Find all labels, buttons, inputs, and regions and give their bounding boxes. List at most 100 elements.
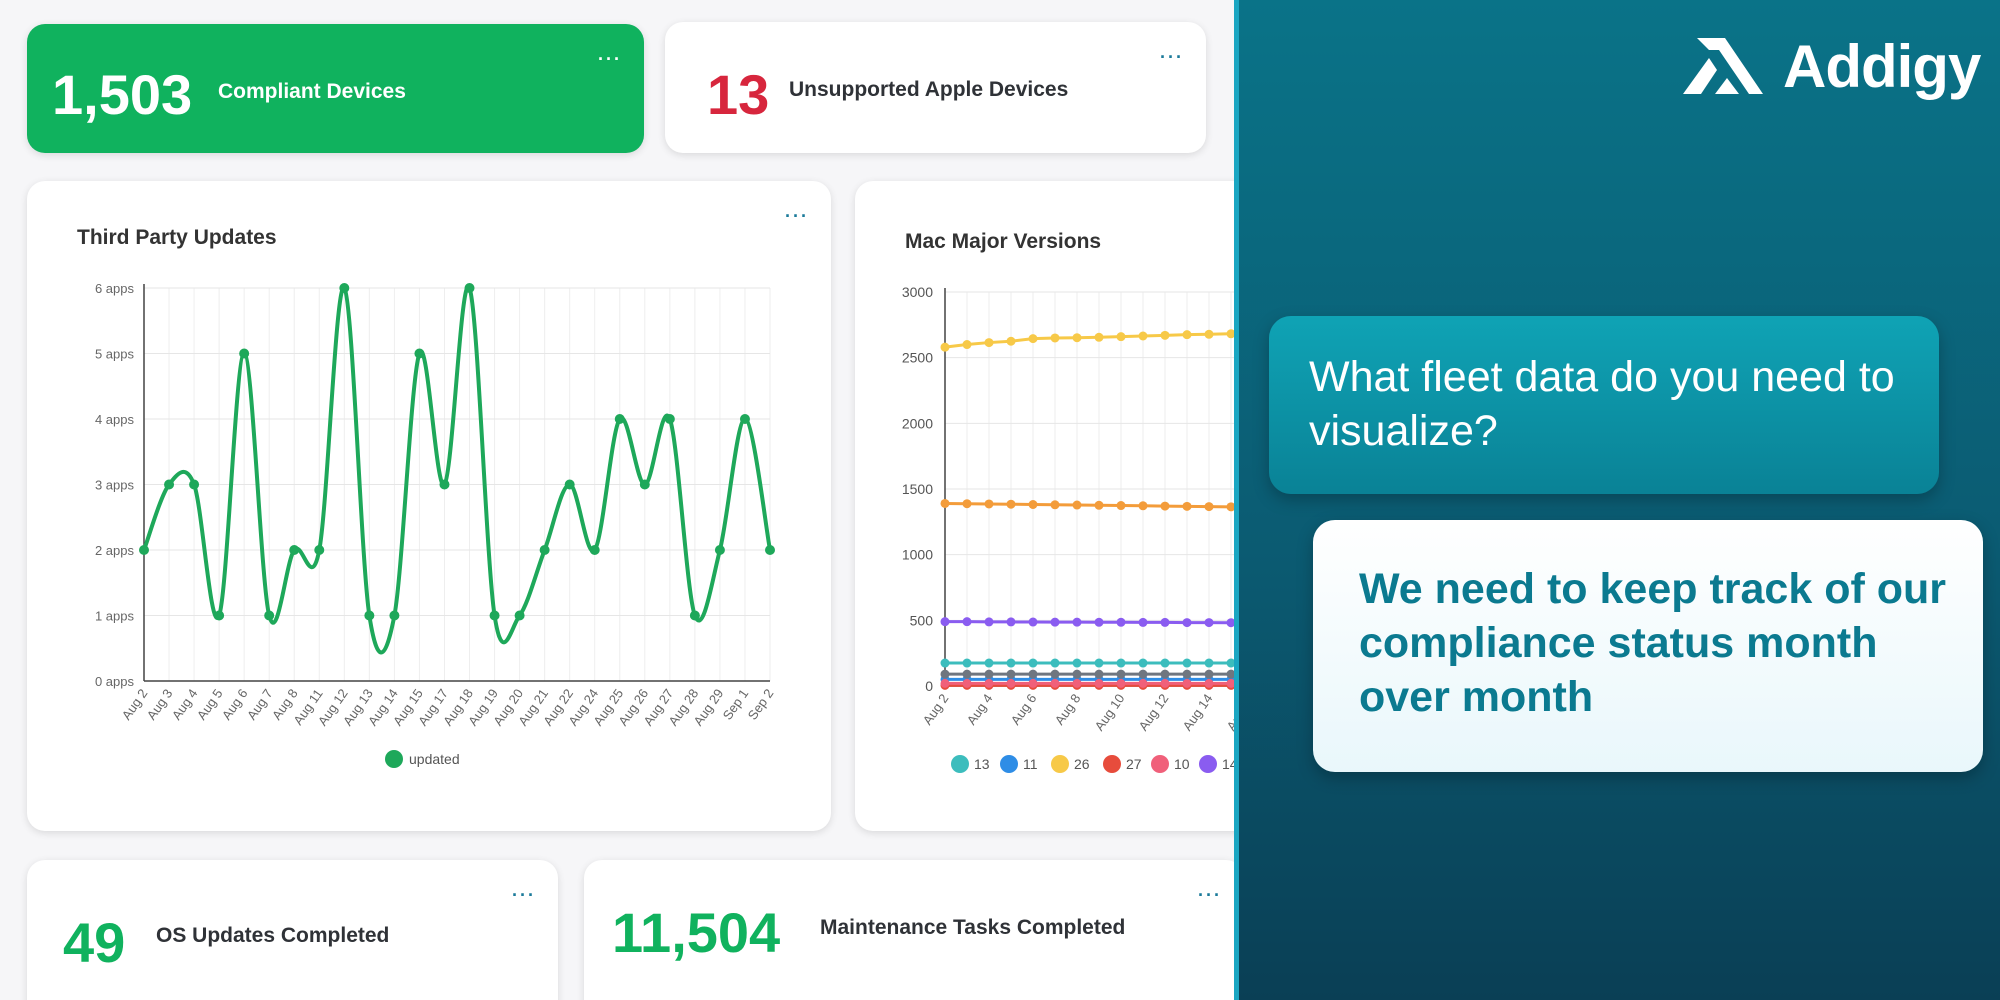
data-point (984, 658, 994, 668)
data-point (1028, 617, 1038, 627)
data-point (984, 338, 994, 348)
data-point (940, 617, 950, 627)
data-point (1226, 618, 1234, 628)
data-point (1182, 669, 1192, 679)
compliant-devices-card[interactable]: ··· 1,503 Compliant Devices (27, 24, 644, 153)
data-point (314, 545, 325, 555)
data-point (1050, 678, 1060, 688)
data-point (940, 498, 950, 508)
data-point (1160, 658, 1170, 668)
data-point (1028, 334, 1038, 344)
maintenance-tasks-label: Maintenance Tasks Completed (820, 916, 1126, 939)
data-point (664, 414, 675, 424)
legend-label: 14 (1222, 756, 1234, 772)
data-point (765, 545, 775, 555)
answer-bubble: We need to keep track of our compliance … (1313, 520, 1983, 772)
data-point (1028, 658, 1038, 668)
os-updates-card[interactable]: ··· 49 OS Updates Completed (27, 860, 558, 1000)
data-point (1072, 678, 1082, 688)
data-point (139, 545, 149, 555)
data-point (564, 479, 575, 490)
data-point (614, 414, 625, 424)
card-menu-icon[interactable]: ··· (598, 50, 622, 68)
os-updates-label: OS Updates Completed (156, 924, 390, 947)
card-menu-icon[interactable]: ··· (1160, 48, 1184, 66)
data-point (1094, 669, 1104, 679)
legend-label: 27 (1126, 756, 1142, 772)
data-point (1116, 678, 1126, 688)
legend-marker (1199, 755, 1217, 773)
mac-major-versions-card: Mac Major Versions 0 500 1000 1500 2000 2500 3… (855, 181, 1234, 831)
data-point (414, 348, 425, 359)
data-point (1006, 678, 1016, 688)
data-point (1160, 678, 1170, 688)
data-point (962, 499, 972, 509)
data-point (489, 610, 500, 621)
data-point (1028, 499, 1038, 509)
data-point (714, 545, 725, 555)
data-point (1204, 329, 1214, 339)
data-point (439, 479, 450, 490)
data-point (1050, 333, 1060, 343)
y-tick-label: 5 apps (95, 347, 135, 362)
data-point (589, 545, 600, 555)
x-tick-label: Aug 7 (244, 686, 276, 722)
card-menu-icon[interactable]: ··· (512, 886, 536, 904)
question-bubble: What fleet data do you need to visualize… (1269, 316, 1939, 494)
data-point (514, 610, 525, 621)
data-point (962, 669, 972, 679)
data-point (1072, 669, 1082, 679)
x-tick-label: Aug 6 (1008, 691, 1040, 727)
data-point (1116, 501, 1126, 511)
data-point (1050, 617, 1060, 627)
data-point (1204, 678, 1214, 688)
data-point (164, 479, 175, 490)
data-point (1072, 617, 1082, 627)
data-point (1182, 330, 1192, 340)
legend-label: 13 (974, 756, 990, 772)
x-tick-label: Aug 2 (119, 686, 151, 722)
data-point (1226, 502, 1234, 512)
card-menu-icon[interactable]: ··· (1198, 886, 1222, 904)
data-point (1006, 669, 1016, 679)
addigy-logo: Addigy (1679, 30, 1981, 110)
data-point (1160, 617, 1170, 627)
data-point (1160, 669, 1170, 679)
y-tick-label: 4 apps (95, 412, 135, 427)
data-point (1116, 669, 1126, 679)
maintenance-tasks-card[interactable]: ··· 11,504 Maintenance Tasks Completed (584, 860, 1234, 1000)
data-point (689, 610, 700, 621)
os-updates-count: 49 (63, 911, 126, 974)
y-tick-label: 1 apps (95, 609, 135, 624)
data-point (539, 545, 550, 555)
data-point (1094, 332, 1104, 342)
data-point (1182, 501, 1192, 511)
data-point (984, 617, 994, 627)
data-point (1116, 658, 1126, 668)
addigy-logo-icon (1683, 38, 1763, 94)
legend-marker (1151, 755, 1169, 773)
y-tick-label: 6 apps (95, 281, 135, 296)
third-party-updates-chart: 0 apps 1 apps 2 apps 3 apps 4 apps 5 apps 6 ap… (95, 281, 777, 768)
data-point (940, 342, 950, 352)
data-point (1028, 678, 1038, 688)
data-point (1160, 330, 1170, 340)
unsupported-devices-card[interactable]: ··· 13 Unsupported Apple Devices (665, 22, 1206, 153)
question-text: What fleet data do you need to visualize… (1309, 353, 1895, 455)
x-tick-label: Aug 4 (964, 691, 996, 727)
data-point (1050, 669, 1060, 679)
data-point (962, 658, 972, 668)
data-point (1028, 669, 1038, 679)
x-tick-label: Sep 2 (745, 686, 777, 722)
data-point (289, 545, 300, 555)
brand-name: Addigy (1783, 33, 1981, 100)
y-tick-label: 3 apps (95, 478, 135, 493)
data-point (1138, 501, 1148, 511)
y-tick-label: 2 apps (95, 543, 135, 558)
data-point (940, 678, 950, 688)
data-point (1006, 499, 1016, 509)
data-point (1226, 658, 1234, 668)
y-tick-label: 0 (925, 678, 933, 694)
data-point (984, 678, 994, 688)
promo-panel: Addigy What fleet data do you need to vi… (1234, 0, 2000, 1000)
